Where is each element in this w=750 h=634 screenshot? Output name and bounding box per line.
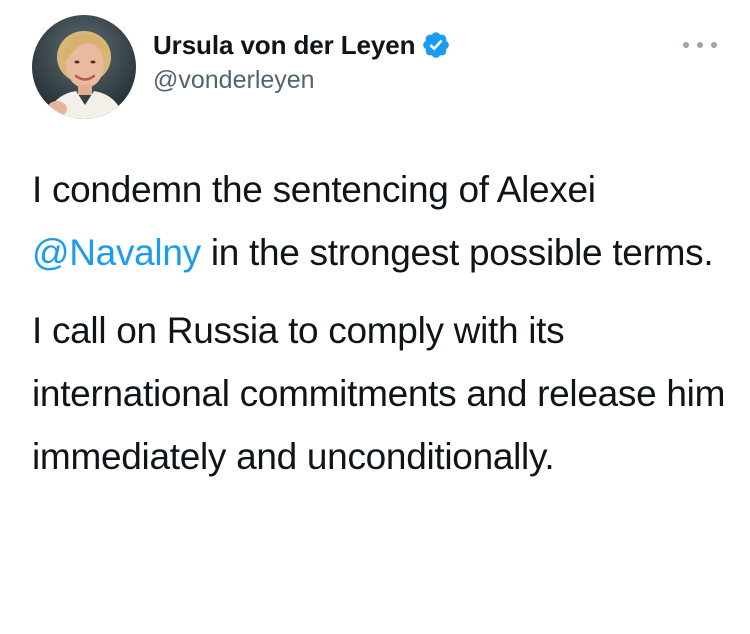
- name-row: Ursula von der Leyen: [153, 28, 451, 62]
- avatar[interactable]: [32, 15, 136, 119]
- tweet-text: I condemn the sentencing of Alexei @Nava…: [32, 158, 732, 488]
- more-dot: [697, 42, 703, 48]
- user-handle[interactable]: @vonderleyen: [153, 66, 451, 95]
- tweet: Ursula von der Leyen @vonderleyen I cond…: [0, 0, 750, 634]
- tweet-text-part: I condemn the sentencing of Alexei: [32, 169, 596, 210]
- verified-badge-icon: [421, 30, 451, 60]
- more-dot: [683, 42, 689, 48]
- tweet-paragraph-2: I call on Russia to comply with its inte…: [32, 310, 726, 477]
- mention-link[interactable]: @Navalny: [32, 232, 201, 273]
- profile-photo-icon: [32, 15, 136, 119]
- tweet-paragraph-1: I condemn the sentencing of Alexei @Nava…: [32, 158, 732, 284]
- more-options-icon[interactable]: [683, 37, 717, 53]
- tweet-text-part: in the strongest possible terms.: [200, 232, 714, 273]
- author-block: Ursula von der Leyen @vonderleyen: [153, 28, 451, 95]
- display-name[interactable]: Ursula von der Leyen: [153, 30, 416, 61]
- more-dot: [711, 42, 717, 48]
